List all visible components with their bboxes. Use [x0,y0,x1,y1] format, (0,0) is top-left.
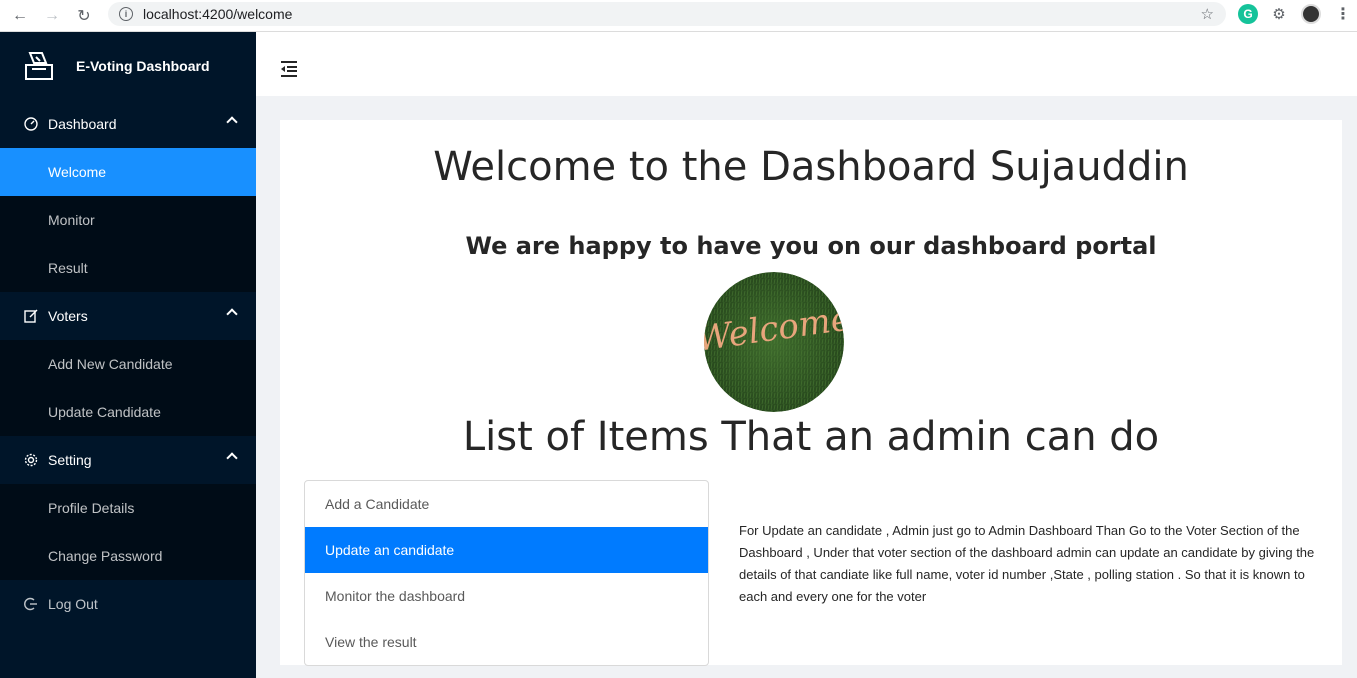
menu-group-dashboard[interactable]: Dashboard [0,100,256,148]
menu-fold-icon[interactable] [280,60,298,78]
chevron-up-icon [226,308,238,320]
url-text: localhost:4200/welcome [143,6,293,22]
browser-menu-icon[interactable]: ⋮ [1333,4,1353,24]
sidebar-item-profile-details[interactable]: Profile Details [0,484,256,532]
welcome-image: Welcome [704,272,844,412]
menu-group-label: Dashboard [48,116,117,132]
header [256,32,1357,96]
form-icon [24,309,38,323]
menu-group-setting[interactable]: Setting [0,436,256,484]
reload-icon[interactable]: ↻ [72,4,96,28]
menu-group-voters[interactable]: Voters [0,292,256,340]
submenu-setting: Profile Details Change Password [0,484,256,580]
info-icon[interactable]: i [119,7,133,21]
ballot-box-icon [25,52,53,80]
main-content: Welcome to the Dashboard Sujauddin We ar… [280,120,1342,666]
forward-icon[interactable]: → [40,4,64,28]
list-item-monitor-dashboard[interactable]: Monitor the dashboard [305,573,708,619]
admin-actions-list: Add a Candidate Update an candidate Moni… [304,480,709,666]
chevron-up-icon [226,452,238,464]
list-item-view-result[interactable]: View the result [305,619,708,665]
browser-toolbar: ← → ↻ i localhost:4200/welcome ☆ G ⚙ ⋮ [0,0,1357,32]
logout-button[interactable]: Log Out [0,580,256,628]
extensions-icon[interactable]: ⚙ [1269,4,1289,24]
brand[interactable]: E-Voting Dashboard [0,32,256,100]
brand-title: E-Voting Dashboard [76,58,210,74]
grammarly-icon[interactable]: G [1238,4,1258,24]
list-item-update-candidate[interactable]: Update an candidate [305,527,708,573]
chevron-up-icon [226,116,238,128]
submenu-voters: Add New Candidate Update Candidate [0,340,256,436]
gear-icon [24,453,38,467]
bookmark-star-icon[interactable]: ☆ [1201,5,1214,23]
logout-icon [24,597,38,611]
sidebar-item-update-candidate[interactable]: Update Candidate [0,388,256,436]
sidebar-item-welcome[interactable]: Welcome [0,148,256,196]
sidebar-item-result[interactable]: Result [0,244,256,292]
item-description: For Update an candidate , Admin just go … [739,523,1315,604]
sidebar-item-monitor[interactable]: Monitor [0,196,256,244]
address-bar[interactable]: i localhost:4200/welcome ☆ [108,2,1226,26]
page-subtitle: We are happy to have you on our dashboar… [465,232,1157,260]
list-title: List of Items That an admin can do [462,414,1160,460]
menu-group-label: Setting [48,452,92,468]
sidebar-item-add-new-candidate[interactable]: Add New Candidate [0,340,256,388]
submenu-dashboard: Welcome Monitor Result [0,148,256,292]
profile-avatar[interactable] [1301,4,1321,24]
menu-group-label: Voters [48,308,88,324]
sidebar: E-Voting Dashboard Dashboard Welcome Mon… [0,32,256,678]
logout-label: Log Out [48,596,98,612]
list-item-add-candidate[interactable]: Add a Candidate [305,481,708,527]
dashboard-icon [24,117,38,131]
back-icon[interactable]: ← [8,4,32,28]
sidebar-item-change-password[interactable]: Change Password [0,532,256,580]
page-title: Welcome to the Dashboard Sujauddin [433,144,1189,190]
